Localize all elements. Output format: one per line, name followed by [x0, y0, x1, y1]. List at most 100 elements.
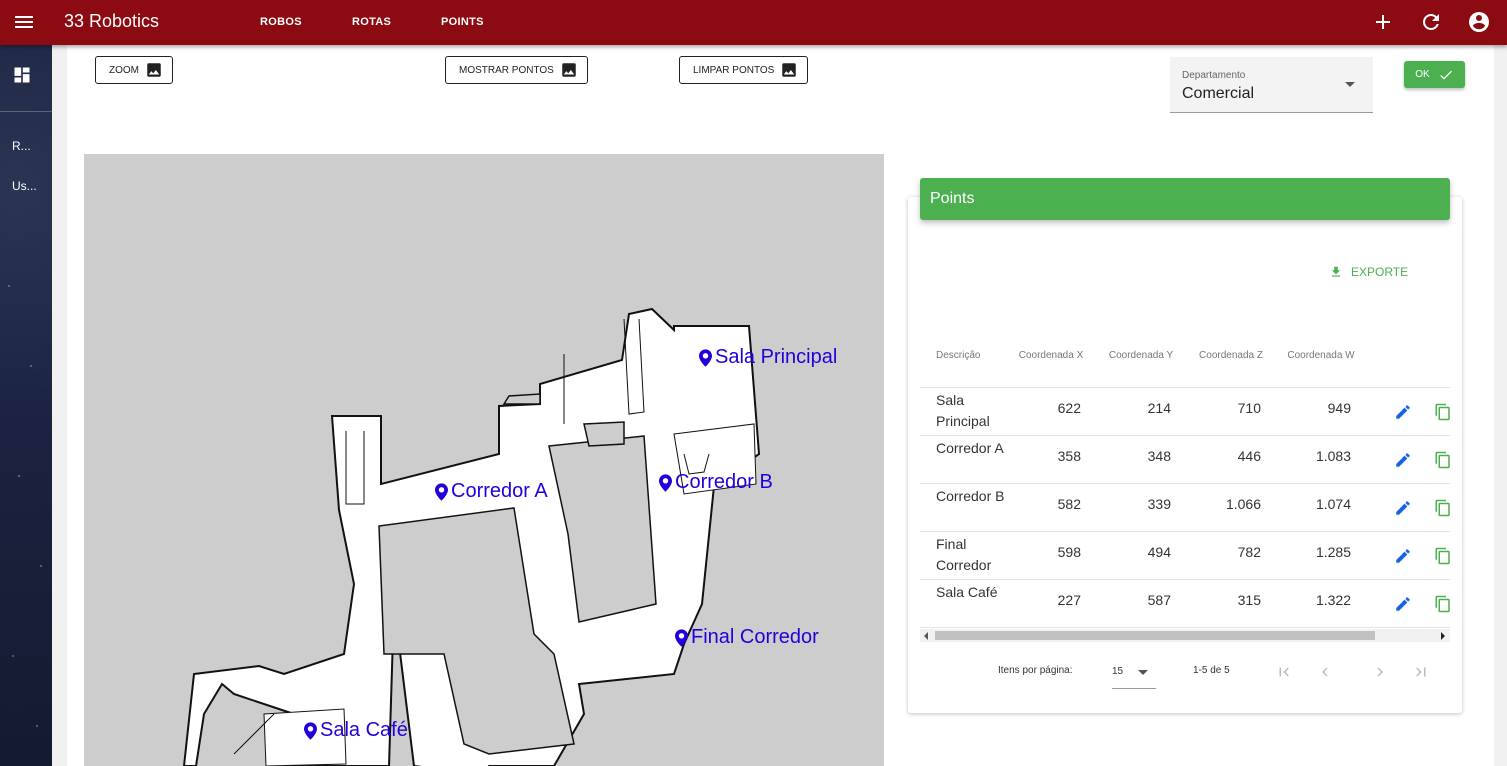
cell-descricao: Final Corredor	[936, 536, 992, 573]
map-marker-sala-principal[interactable]: Sala Principal	[699, 346, 837, 369]
edit-icon[interactable]	[1394, 403, 1412, 421]
nav-robos[interactable]: ROBOS	[260, 16, 302, 28]
marker-label: Final Corredor	[691, 626, 819, 648]
dashboard-icon[interactable]	[12, 65, 32, 85]
star-decoration	[40, 565, 42, 567]
cell-w: 1.074	[1315, 496, 1351, 512]
copy-icon[interactable]	[1434, 403, 1452, 421]
table-row: Corredor B 582 339 1.066 1.074	[920, 484, 1450, 532]
nav-rotas[interactable]: ROTAS	[352, 16, 391, 28]
image-icon	[782, 63, 797, 77]
copy-icon[interactable]	[1434, 499, 1452, 517]
edit-icon[interactable]	[1394, 595, 1412, 613]
marker-label: Corredor B	[675, 471, 773, 493]
star-decoration	[12, 655, 14, 657]
ok-button-label: OK	[1415, 69, 1430, 80]
copy-icon[interactable]	[1434, 595, 1452, 613]
export-button[interactable]: EXPORTE	[1329, 265, 1408, 279]
map-marker-corredor-b[interactable]: Corredor B	[659, 471, 773, 494]
export-label: EXPORTE	[1351, 265, 1409, 279]
clear-points-button[interactable]: LIMPAR PONTOS	[679, 56, 809, 84]
horizontal-scrollbar[interactable]	[920, 629, 1450, 642]
points-table: Descrição Coordenada X Coordenada Y Coor…	[920, 340, 1450, 628]
page-size-value: 15	[1112, 666, 1124, 677]
cell-z: 315	[1237, 592, 1261, 608]
points-card-title: Points	[920, 178, 1450, 220]
menu-icon[interactable]	[12, 10, 36, 34]
page-range-label: 1-5 de 5	[1193, 665, 1230, 676]
scroll-left-icon[interactable]	[924, 632, 928, 640]
chevron-down-icon	[1138, 670, 1148, 675]
refresh-icon[interactable]	[1419, 10, 1443, 34]
sidebar-item-users[interactable]: Us...	[12, 179, 37, 193]
cell-w: 1.285	[1315, 544, 1351, 560]
edit-icon[interactable]	[1394, 547, 1412, 565]
copy-icon[interactable]	[1434, 547, 1452, 565]
add-icon[interactable]	[1371, 10, 1395, 34]
top-app-bar: 33 Robotics ROBOS ROTAS POINTS	[0, 0, 1507, 45]
cell-y: 214	[1147, 400, 1171, 416]
table-row: Sala Principal 622 214 710 949	[920, 388, 1450, 436]
last-page-icon[interactable]	[1412, 663, 1430, 681]
map-marker-icon	[699, 348, 712, 367]
department-label: Departamento	[1182, 70, 1246, 81]
download-icon	[1331, 266, 1341, 277]
cell-z: 782	[1237, 544, 1261, 560]
star-decoration	[36, 725, 38, 727]
cell-descricao: Sala Café	[936, 584, 998, 600]
clear-points-button-label: LIMPAR PONTOS	[693, 64, 775, 76]
department-select[interactable]: Departamento Comercial	[1170, 57, 1373, 113]
show-points-button-label: MOSTRAR PONTOS	[459, 64, 554, 76]
department-value: Comercial	[1182, 85, 1255, 102]
map-marker-icon	[659, 473, 672, 492]
first-page-icon[interactable]	[1275, 663, 1293, 681]
column-header-z[interactable]: Coordenada Z	[1196, 348, 1266, 363]
account-icon[interactable]	[1467, 10, 1491, 34]
cell-w: 1.322	[1315, 592, 1351, 608]
show-points-button[interactable]: MOSTRAR PONTOS	[445, 56, 588, 84]
map-marker-icon	[304, 721, 317, 740]
cell-descricao: Corredor A	[936, 440, 1004, 456]
map-marker-corredor-a[interactable]: Corredor A	[435, 480, 548, 503]
sidebar-item-robos[interactable]: R...	[12, 139, 31, 153]
table-row: Final Corredor 598 494 782 1.285	[920, 532, 1450, 580]
ok-button[interactable]: OK	[1404, 61, 1465, 88]
cell-y: 348	[1147, 448, 1171, 464]
items-per-page-label: Itens por página:	[998, 665, 1073, 676]
cell-x: 598	[1057, 544, 1081, 560]
cell-x: 582	[1057, 496, 1081, 512]
next-page-icon[interactable]	[1371, 663, 1389, 681]
column-header-y[interactable]: Coordenada Y	[1106, 348, 1176, 363]
previous-page-icon[interactable]	[1316, 663, 1334, 681]
cell-y: 494	[1147, 544, 1171, 560]
floor-map[interactable]: Sala Principal Corredor A Corredor B Fin…	[84, 154, 884, 766]
map-marker-final-corredor[interactable]: Final Corredor	[675, 626, 819, 649]
edit-icon[interactable]	[1394, 451, 1412, 469]
image-icon	[562, 63, 576, 77]
cell-descricao: Sala Principal	[936, 392, 990, 429]
column-header-w[interactable]: Coordenada W	[1286, 348, 1356, 363]
column-header-x[interactable]: Coordenada X	[1016, 348, 1086, 363]
check-icon	[1439, 70, 1452, 80]
star-decoration	[30, 365, 32, 367]
image-icon	[147, 63, 161, 77]
floor-plan-drawing	[182, 307, 761, 766]
zoom-button[interactable]: ZOOM	[95, 56, 173, 84]
copy-icon[interactable]	[1434, 451, 1452, 469]
map-marker-icon	[675, 628, 688, 647]
scroll-right-icon[interactable]	[1441, 632, 1445, 640]
scrollbar-thumb[interactable]	[935, 631, 1375, 640]
sidebar-divider	[0, 111, 52, 112]
column-header-descricao[interactable]: Descrição	[936, 348, 980, 363]
map-marker-sala-cafe[interactable]: Sala Café	[304, 719, 408, 742]
table-header: Descrição Coordenada X Coordenada Y Coor…	[920, 340, 1450, 388]
main-content: ZOOM MOSTRAR PONTOS LIMPAR PONTOS Depart…	[67, 45, 1494, 766]
nav-points[interactable]: POINTS	[441, 16, 484, 28]
page-size-select[interactable]: 15	[1112, 659, 1156, 689]
sidebar: R... Us...	[0, 45, 52, 766]
map-marker-icon	[435, 482, 448, 501]
table-row: Corredor A 358 348 446 1.083	[920, 436, 1450, 484]
edit-icon[interactable]	[1394, 499, 1412, 517]
star-decoration	[8, 285, 10, 287]
cell-descricao: Corredor B	[936, 488, 1005, 504]
